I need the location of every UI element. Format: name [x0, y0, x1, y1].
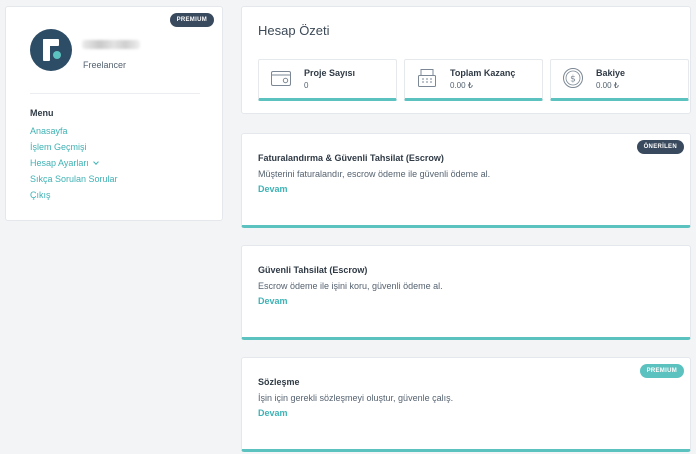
feature-card-escrow: Güvenli Tahsilat (Escrow) Escrow ödeme i… — [241, 245, 691, 340]
continue-link[interactable]: Devam — [258, 296, 288, 306]
stat-project-count: Proje Sayısı 0 — [258, 59, 397, 101]
continue-link[interactable]: Devam — [258, 184, 288, 194]
sidebar-item-transaction-history[interactable]: İşlem Geçmişi — [30, 139, 118, 155]
sidebar-menu: Anasayfa İşlem Geçmişi Hesap Ayarları Sı… — [30, 123, 118, 203]
stat-balance: $ Bakiye 0.00 ₺ — [550, 59, 689, 101]
sidebar-item-label: İşlem Geçmişi — [30, 142, 87, 152]
feature-description: İşin için gerekli sözleşmeyi oluştur, gü… — [258, 393, 454, 403]
cash-register-icon — [418, 69, 436, 87]
user-name-blurred — [82, 40, 140, 49]
feature-title: Sözleşme — [258, 377, 300, 387]
sidebar-item-logout[interactable]: Çıkış — [30, 187, 118, 203]
avatar-logo-dot — [53, 51, 61, 59]
sidebar-item-label: Sıkça Sorulan Sorular — [30, 174, 118, 184]
avatar[interactable] — [30, 29, 72, 71]
stat-label: Proje Sayısı — [304, 68, 356, 78]
stat-total-earnings: Toplam Kazanç 0.00 ₺ — [404, 59, 543, 101]
wallet-icon — [271, 71, 291, 86]
feature-card-contract: PREMIUM Sözleşme İşin için gerekli sözle… — [241, 357, 691, 452]
user-role: Freelancer — [83, 60, 127, 70]
feature-description: Müşterini faturalandır, escrow ödeme ile… — [258, 169, 491, 179]
stat-value: 0 — [304, 81, 309, 90]
stat-value: 0.00 ₺ — [450, 81, 473, 90]
avatar-logo-arm — [43, 39, 59, 46]
recommended-badge: ÖNERİLEN — [636, 140, 684, 154]
sidebar-item-account-settings[interactable]: Hesap Ayarları — [30, 155, 118, 171]
stat-label: Toplam Kazanç — [450, 68, 516, 78]
feature-description: Escrow ödeme ile işini koru, güvenli öde… — [258, 281, 443, 291]
summary-title: Hesap Özeti — [258, 23, 330, 38]
profile-sidebar: PREMIUM Freelancer Menu Anasayfa İşlem G… — [5, 6, 223, 221]
chevron-down-icon — [93, 158, 99, 165]
sidebar-item-home[interactable]: Anasayfa — [30, 123, 118, 139]
sidebar-divider — [30, 93, 200, 94]
sidebar-item-label: Hesap Ayarları — [30, 158, 89, 168]
feature-card-invoicing-escrow: ÖNERİLEN Faturalandırma & Güvenli Tahsil… — [241, 133, 691, 228]
coin-icon: $ — [563, 68, 583, 88]
stat-value: 0.00 ₺ — [596, 81, 619, 90]
menu-title: Menu — [30, 108, 54, 118]
sidebar-item-faq[interactable]: Sıkça Sorulan Sorular — [30, 171, 118, 187]
sidebar-item-label: Anasayfa — [30, 126, 68, 136]
premium-badge: PREMIUM — [639, 364, 684, 378]
account-summary-card: Hesap Özeti Proje Sayısı 0 Toplam Kazanç… — [241, 6, 691, 114]
premium-badge: PREMIUM — [169, 13, 214, 27]
stat-label: Bakiye — [596, 68, 626, 78]
sidebar-item-label: Çıkış — [30, 190, 51, 200]
svg-text:$: $ — [570, 75, 576, 85]
continue-link[interactable]: Devam — [258, 408, 288, 418]
feature-title: Faturalandırma & Güvenli Tahsilat (Escro… — [258, 153, 444, 163]
feature-title: Güvenli Tahsilat (Escrow) — [258, 265, 368, 275]
